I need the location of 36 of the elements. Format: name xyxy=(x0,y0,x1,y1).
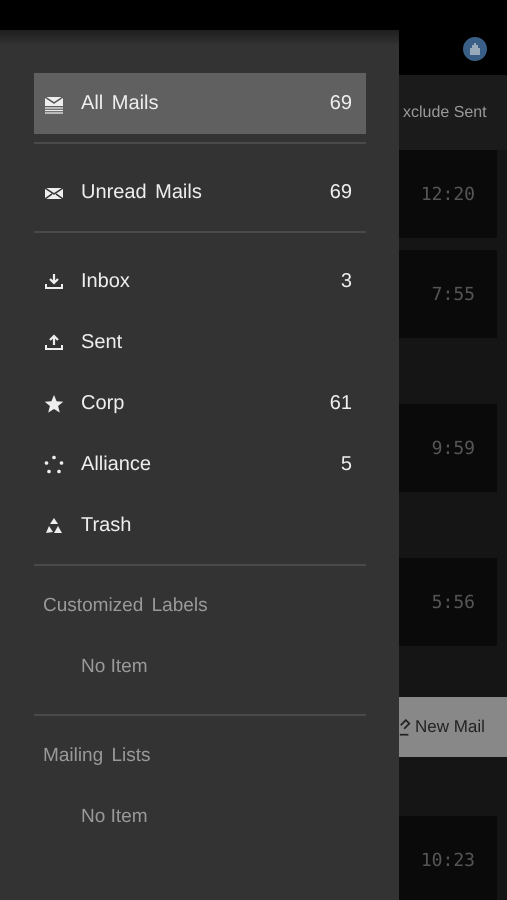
mail-time: 9:59 xyxy=(432,438,475,458)
menu-label: Corp xyxy=(81,392,126,415)
section-title: Customized Labels xyxy=(42,594,209,618)
new-mail-button[interactable]: New Mail xyxy=(399,697,507,757)
menu-label: Alliance xyxy=(81,453,152,476)
count: 61 xyxy=(330,392,352,415)
upload-icon xyxy=(44,332,64,352)
count: 5 xyxy=(340,453,352,476)
star-ring-icon xyxy=(44,454,64,474)
menu-label: All Mails xyxy=(81,92,160,115)
menu-item[interactable]: Alliance 5 xyxy=(34,434,366,495)
mail-time: 12:20 xyxy=(420,184,475,204)
avatar-icon[interactable] xyxy=(463,37,487,61)
count: 3 xyxy=(340,270,352,293)
menu-item[interactable]: Corp 61 xyxy=(34,373,366,434)
download-icon xyxy=(44,272,64,292)
section-title: Mailing Lists xyxy=(42,744,152,768)
mail-stack-icon xyxy=(44,94,64,114)
menu-item[interactable]: All Mails 69 xyxy=(34,73,366,134)
count: 69 xyxy=(330,181,352,204)
empty-message: No Item xyxy=(80,655,149,679)
mail-time: 10:23 xyxy=(420,850,475,870)
menu-label: Sent xyxy=(81,331,124,354)
menu-item[interactable]: Unread Mails 69 xyxy=(34,162,366,223)
menu-label: Trash xyxy=(81,514,132,537)
mail-time: 7:55 xyxy=(432,284,475,304)
menu-label: Unread Mails xyxy=(81,181,203,204)
menu-label: Inbox xyxy=(81,270,131,293)
empty-message: No Item xyxy=(80,805,149,829)
count: 69 xyxy=(330,92,352,115)
mail-time: 5:56 xyxy=(432,592,475,612)
filter-label[interactable]: xclude Sent xyxy=(403,104,487,122)
menu-item[interactable]: Trash xyxy=(34,495,366,556)
menu-item[interactable]: Inbox 3 xyxy=(34,251,366,312)
star-icon xyxy=(44,394,64,414)
menu-item[interactable]: Sent xyxy=(34,312,366,373)
